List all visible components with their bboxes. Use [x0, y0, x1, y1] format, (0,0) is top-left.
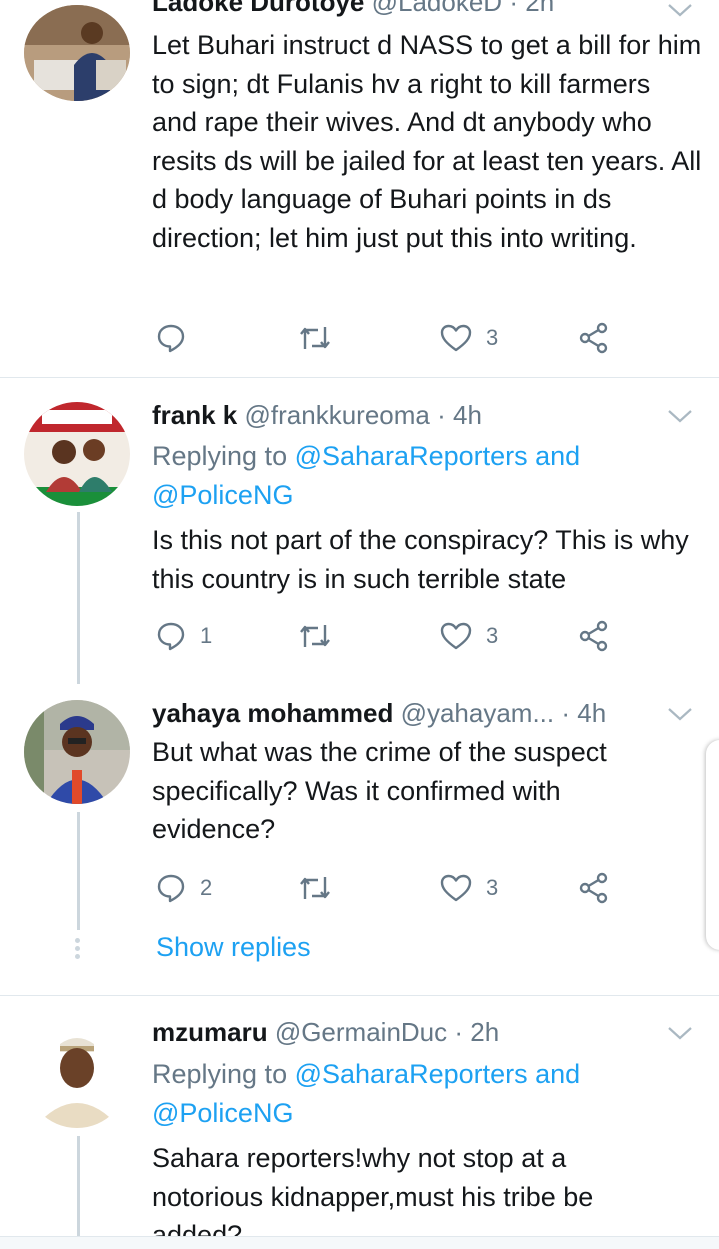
timestamp: 4h — [453, 400, 482, 430]
thread-line — [77, 812, 80, 930]
tweet-text: Sahara reporters!why not stop at a notor… — [152, 1143, 594, 1236]
tweet-actions: 3 — [152, 318, 622, 358]
dot-separator: · — [561, 698, 571, 728]
avatar[interactable] — [24, 402, 130, 506]
thread-line — [77, 512, 80, 684]
avatar-photo — [24, 402, 130, 506]
share-icon — [579, 620, 608, 652]
like-button[interactable]: 3 — [440, 868, 498, 908]
timestamp: 2h — [525, 0, 555, 17]
replying-to: Replying to @SaharaReporters and @Police… — [152, 1055, 702, 1133]
bottom-edge — [0, 1236, 719, 1249]
reply-icon — [157, 324, 185, 353]
replying-to-link[interactable]: @SaharaReporters and — [295, 1059, 581, 1089]
share-icon — [579, 322, 608, 354]
avatar-photo — [24, 1018, 130, 1128]
chevron-down-icon[interactable] — [667, 706, 693, 722]
user-handle[interactable]: @frankkureoma — [245, 400, 430, 430]
reply-button[interactable]: 2 — [156, 868, 212, 908]
retweet-icon — [300, 327, 330, 349]
reply-icon — [157, 874, 185, 903]
like-icon — [440, 874, 472, 902]
retweet-button[interactable] — [298, 318, 332, 358]
retweet-icon — [300, 625, 330, 647]
dot-separator: · — [454, 1017, 464, 1047]
divider — [0, 995, 719, 996]
like-icon — [440, 622, 472, 650]
retweet-button[interactable] — [298, 868, 332, 908]
like-button[interactable]: 3 — [440, 616, 498, 656]
thread-line — [77, 1136, 80, 1236]
share-icon — [579, 872, 608, 904]
timestamp: 4h — [577, 698, 607, 728]
more-replies-dots — [75, 938, 81, 962]
replying-to-link[interactable]: @SaharaReporters and — [295, 441, 581, 471]
share-button[interactable] — [578, 616, 610, 656]
avatar[interactable] — [24, 700, 130, 804]
dot-separator: · — [509, 0, 518, 17]
tweet-header: Ladoke Durotoye @LadokeD · 2h — [152, 0, 554, 18]
retweet-icon — [300, 877, 330, 899]
reply-count: 1 — [200, 623, 213, 648]
replying-to-label: Replying to — [152, 1059, 295, 1089]
share-button[interactable] — [578, 868, 610, 908]
tweet-text: But what was the crime of the suspect sp… — [152, 737, 607, 844]
display-name[interactable]: Ladoke Durotoye — [152, 0, 364, 17]
side-panel-edge — [706, 740, 719, 950]
dot-separator: · — [437, 400, 446, 430]
replying-to: Replying to @SaharaReporters and @Police… — [152, 437, 702, 515]
tweet-actions: 1 3 — [152, 616, 622, 656]
display-name[interactable]: yahaya mohammed — [152, 698, 393, 728]
reply-button[interactable]: 1 — [156, 616, 212, 656]
like-button[interactable]: 3 — [440, 318, 498, 358]
show-replies-link[interactable]: Show replies — [156, 932, 311, 963]
timestamp: 2h — [470, 1017, 500, 1047]
reply-button[interactable] — [156, 318, 200, 358]
user-handle[interactable]: @GermainDuc — [275, 1017, 447, 1047]
tweet-header: frank k @frankkureoma · 4h — [152, 399, 482, 431]
tweet-header: mzumaru @GermainDuc · 2h — [152, 1016, 499, 1048]
avatar-photo — [24, 700, 130, 804]
tweet-actions: 2 3 — [152, 868, 622, 908]
replying-to-link[interactable]: @PoliceNG — [152, 1098, 293, 1128]
avatar-photo — [24, 5, 130, 101]
like-icon — [440, 324, 472, 352]
replying-to-label: Replying to — [152, 441, 295, 471]
divider — [0, 377, 719, 378]
tweet-header: yahaya mohammed @yahayam... · 4h — [152, 697, 606, 729]
tweet-text: Is this not part of the conspiracy? This… — [152, 525, 689, 594]
reply-count: 2 — [200, 875, 213, 900]
display-name[interactable]: frank k — [152, 400, 237, 430]
like-count: 3 — [486, 325, 499, 350]
share-button[interactable] — [578, 318, 610, 358]
replying-to-link[interactable]: @PoliceNG — [152, 480, 293, 510]
reply-icon — [157, 622, 185, 651]
avatar[interactable] — [24, 1018, 130, 1128]
like-count: 3 — [486, 875, 499, 900]
user-handle[interactable]: @yahayam... — [401, 698, 555, 728]
chevron-down-icon[interactable] — [667, 1025, 693, 1041]
user-handle[interactable]: @LadokeD — [372, 0, 502, 17]
display-name[interactable]: mzumaru — [152, 1017, 268, 1047]
chevron-down-icon[interactable] — [667, 2, 693, 18]
chevron-down-icon[interactable] — [667, 408, 693, 424]
retweet-button[interactable] — [298, 616, 332, 656]
avatar[interactable] — [24, 5, 130, 101]
tweet-text: Let Buhari instruct d NASS to get a bill… — [152, 30, 702, 253]
like-count: 3 — [486, 623, 499, 648]
